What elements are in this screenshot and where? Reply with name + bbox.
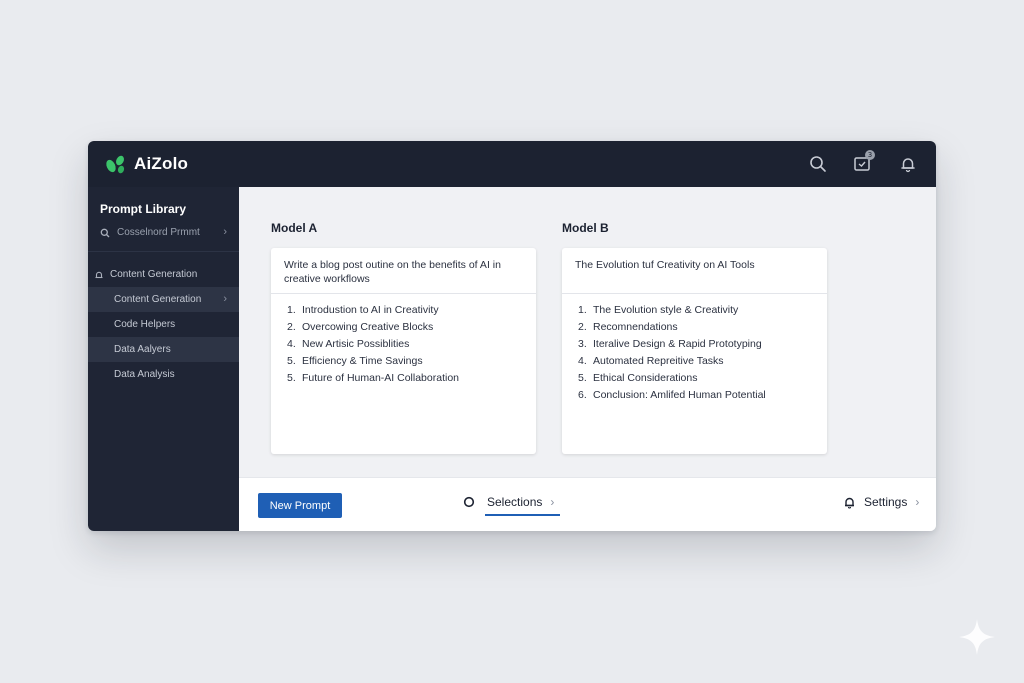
inbox-button[interactable]: 3 <box>852 150 875 174</box>
top-bar: AiZolo 3 <box>88 141 936 187</box>
bell-icon <box>845 497 854 509</box>
list-item: 5. Future of Human-AI Collaboration <box>287 372 459 384</box>
sidebar-item-label: Cosselnord Prmmt <box>117 227 200 238</box>
chevron-right-icon: › <box>223 293 227 305</box>
app-name: AiZolo <box>134 154 189 173</box>
list-item: 4. Automated Repreitive Tasks <box>578 355 724 367</box>
comparison-panel: Model A Model B Write a blog post outine… <box>239 187 936 477</box>
bell-icon <box>95 271 103 278</box>
sidebar-item-data-analysis[interactable]: Data Analysis <box>88 362 239 387</box>
search-button[interactable] <box>808 154 828 174</box>
sidebar-item-code-helpers[interactable]: Code Helpers <box>88 312 239 337</box>
model-b-title: Model B <box>562 221 609 235</box>
list-item: 2. Recomnendations <box>578 321 678 333</box>
model-a-list: 1. Introdustion to AI in Creativity 2. Ove… <box>271 294 536 387</box>
circle-icon <box>463 496 475 508</box>
search-icon <box>810 156 826 172</box>
model-a-card[interactable]: Write a blog post outine on the benefits… <box>271 248 536 454</box>
list-item: 5. Ethical Considerations <box>578 372 698 384</box>
sidebar-item-label: Content Generation <box>114 294 202 305</box>
sidebar-divider <box>88 251 239 252</box>
notifications-button[interactable] <box>898 154 918 174</box>
selections-label: Selections <box>487 495 543 509</box>
sidebar-item-saved-prompt[interactable]: Cosselnord Prmmt › <box>88 220 239 245</box>
list-item: 3. Iteralive Design & Rapid Prototyping <box>578 338 762 350</box>
model-b-prompt: The Evolution tuf Creativity on AI Tools <box>562 248 827 294</box>
new-prompt-button[interactable]: New Prompt <box>258 493 342 518</box>
settings-link[interactable]: Settings › <box>843 495 919 509</box>
list-item: 2. Overcowing Creative Blocks <box>287 321 434 333</box>
sidebar-section-content-generation[interactable]: Content Generation <box>88 262 239 287</box>
bell-icon <box>901 158 915 173</box>
sidebar-item-data-analyzers[interactable]: Data Aalyers <box>88 337 239 362</box>
selections-tab[interactable]: Selections › <box>463 495 554 509</box>
chevron-right-icon: › <box>915 495 920 509</box>
model-a-title: Model A <box>271 221 318 235</box>
sidebar-item-label: Data Analysis <box>114 369 175 380</box>
list-item: 1. The Evolution style & Creativity <box>578 304 739 316</box>
chevron-right-icon: › <box>223 226 227 238</box>
inbox-badge: 3 <box>865 150 875 160</box>
list-item: 5. Efficiency & Time Savings <box>287 355 423 367</box>
footer-bar: New Prompt Selections › Settings › <box>239 477 936 531</box>
model-b-card[interactable]: The Evolution tuf Creativity on AI Tools… <box>562 248 827 454</box>
sidebar-item-label: Data Aalyers <box>114 344 171 355</box>
sidebar-title: Prompt Library <box>100 202 187 216</box>
logo-icon <box>106 155 125 174</box>
list-item: 6. Conclusion: Amlifed Human Potential <box>578 389 766 401</box>
app-window: AiZolo 3 Prompt Library Cosselnord Prmmt… <box>88 141 936 531</box>
sidebar-item-label: Content Generation <box>110 269 198 280</box>
selections-underline <box>485 514 560 516</box>
model-a-prompt: Write a blog post outine on the benefits… <box>271 248 536 294</box>
sparkle-icon <box>959 619 995 655</box>
sidebar-item-label: Code Helpers <box>114 319 176 330</box>
sidebar: Prompt Library Cosselnord Prmmt › Conten… <box>88 187 239 531</box>
settings-label: Settings <box>864 495 908 509</box>
app-logo[interactable]: AiZolo <box>104 153 188 175</box>
list-item: 4. New Artisic Possiblities <box>287 338 410 350</box>
model-b-list: 1. The Evolution style & Creativity 2. Rec… <box>562 294 827 404</box>
chevron-right-icon: › <box>550 495 555 509</box>
search-icon <box>100 228 110 237</box>
list-item: 1. Introdustion to AI in Creativity <box>287 304 439 316</box>
sidebar-item-content-generation[interactable]: Content Generation › <box>88 287 239 312</box>
